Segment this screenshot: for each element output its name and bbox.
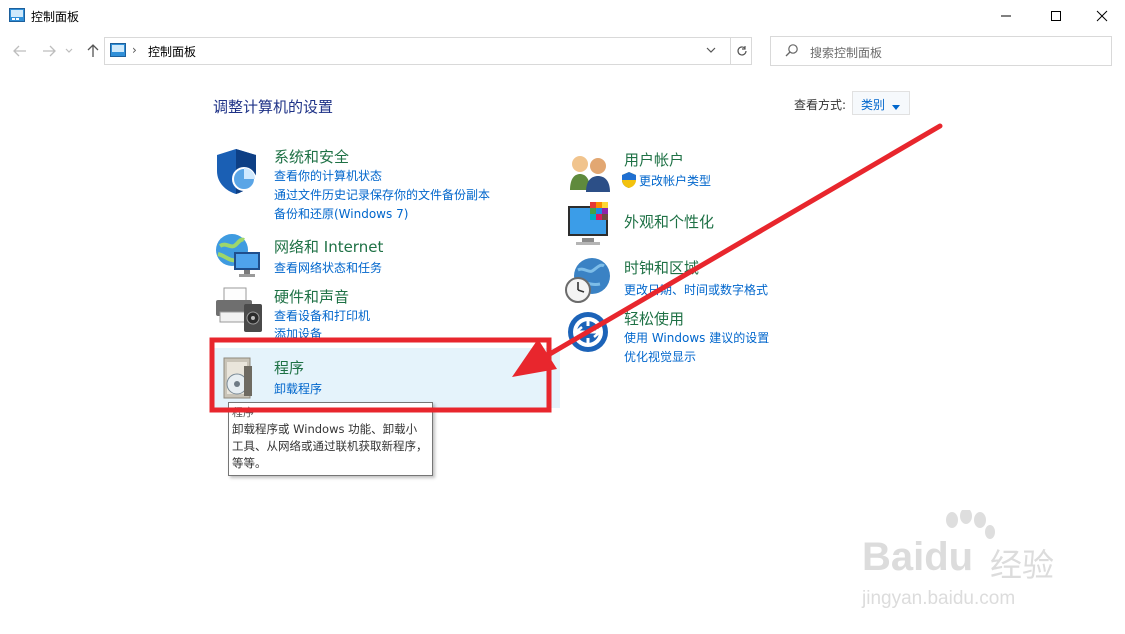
red-arrow-shaft: [540, 123, 943, 361]
watermark-url: jingyan.baidu.com: [862, 588, 1016, 609]
red-highlight-box: [209, 337, 552, 413]
watermark-cn: 经验: [990, 546, 1055, 584]
watermark-brand: Baidu: [862, 535, 974, 579]
